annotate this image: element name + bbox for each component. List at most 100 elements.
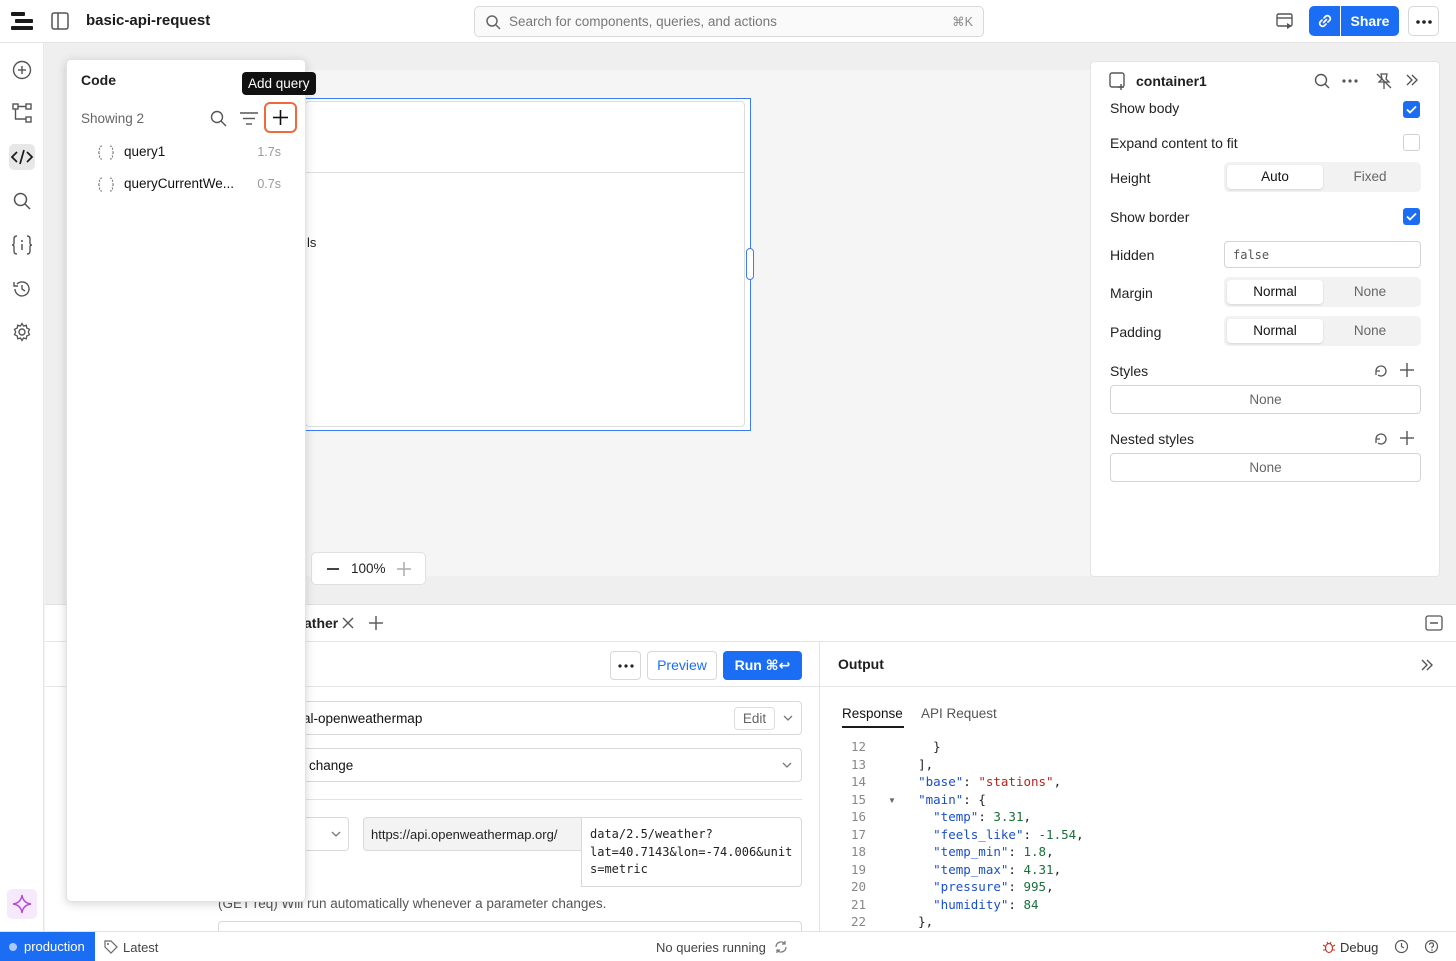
code-line: 18 "temp_min": 1.8, xyxy=(836,843,1084,861)
height-auto-option[interactable]: Auto xyxy=(1227,165,1323,189)
padding-normal-option[interactable]: Normal xyxy=(1227,319,1323,343)
code-text: ], xyxy=(888,756,934,772)
component-tree-icon[interactable] xyxy=(9,100,35,126)
environment-selector[interactable]: production xyxy=(0,932,95,961)
url-path-line: data/2.5/weather? xyxy=(590,827,713,841)
query-tab-label[interactable]: ather xyxy=(304,615,338,631)
query-more-button[interactable] xyxy=(610,651,641,680)
inspector-more-icon[interactable] xyxy=(1342,79,1358,83)
container1-component[interactable]: ls xyxy=(300,98,751,431)
run-trigger-select[interactable]: change xyxy=(290,748,802,782)
version-label[interactable]: Latest xyxy=(123,940,158,955)
settings-gear-icon[interactable] xyxy=(9,319,35,345)
reset-nested-styles-icon[interactable] xyxy=(1373,431,1389,447)
filter-icon[interactable] xyxy=(240,112,258,125)
add-component-icon[interactable] xyxy=(9,57,35,83)
add-query-button[interactable] xyxy=(264,102,297,133)
url-path-input[interactable]: data/2.5/weather? lat=40.7143&lon=-74.00… xyxy=(581,817,802,887)
app-menu-icon[interactable] xyxy=(11,11,33,31)
height-fixed-option[interactable]: Fixed xyxy=(1322,165,1418,189)
new-tab-icon[interactable] xyxy=(368,615,384,631)
code-line: 20 "pressure": 995, xyxy=(836,878,1084,896)
chevron-down-icon xyxy=(331,831,341,838)
margin-normal-option[interactable]: Normal xyxy=(1227,280,1323,304)
close-tab-icon[interactable] xyxy=(342,617,354,629)
zoom-level: 100% xyxy=(351,561,386,576)
add-query-tooltip: Add query xyxy=(242,72,316,95)
link-icon xyxy=(1318,14,1332,28)
hidden-input[interactable]: false xyxy=(1224,241,1421,268)
add-nested-style-icon[interactable] xyxy=(1399,430,1415,446)
show-body-checkbox[interactable] xyxy=(1403,101,1420,118)
unpin-icon[interactable] xyxy=(1375,72,1393,90)
collapse-panel-icon[interactable] xyxy=(1405,74,1419,86)
resize-handle[interactable] xyxy=(746,248,754,280)
inspector-search-icon[interactable] xyxy=(1314,73,1330,89)
reset-styles-icon[interactable] xyxy=(1373,363,1389,379)
status-bar: production Latest No queries running Deb… xyxy=(0,931,1456,961)
query-list-item[interactable]: query1 1.7s xyxy=(97,140,287,166)
code-line: 15 "main": { xyxy=(836,791,1084,809)
margin-label: Margin xyxy=(1110,285,1153,301)
padding-none-option[interactable]: None xyxy=(1322,319,1418,343)
code-icon[interactable] xyxy=(9,144,35,170)
code-text: "temp": 3.31, xyxy=(933,809,1032,824)
query-name: query1 xyxy=(124,144,166,159)
nested-styles-field[interactable]: None xyxy=(1110,453,1421,482)
fold-caret-icon[interactable]: ▼ xyxy=(888,796,896,805)
copy-link-button[interactable] xyxy=(1309,6,1340,36)
preview-button[interactable]: Preview xyxy=(647,651,717,680)
search-placeholder: Search for components, queries, and acti… xyxy=(509,14,777,29)
zoom-out-icon[interactable] xyxy=(327,568,339,570)
add-style-icon[interactable] xyxy=(1399,362,1415,378)
zoom-in-icon[interactable] xyxy=(397,562,411,576)
resource-select[interactable]: al-openweathermap Edit xyxy=(290,701,802,735)
ai-assistant-button[interactable] xyxy=(7,889,37,919)
preview-app-icon[interactable] xyxy=(1276,12,1294,30)
share-button[interactable]: Share xyxy=(1341,6,1399,36)
component-name[interactable]: container1 xyxy=(1136,73,1207,89)
margin-none-option[interactable]: None xyxy=(1322,280,1418,304)
query-name: queryCurrentWe... xyxy=(124,176,235,191)
refresh-icon[interactable] xyxy=(774,940,788,954)
expand-output-icon[interactable] xyxy=(1420,659,1434,671)
nested-styles-label: Nested styles xyxy=(1110,431,1195,447)
search-queries-icon[interactable] xyxy=(210,110,227,127)
state-icon[interactable] xyxy=(9,232,35,258)
line-number: 15 xyxy=(850,791,866,807)
padding-segmented-control: Normal None xyxy=(1224,316,1421,346)
history-status-icon[interactable] xyxy=(1394,939,1409,954)
styles-field[interactable]: None xyxy=(1110,385,1421,414)
code-panel-title: Code xyxy=(81,72,116,88)
debug-button[interactable]: Debug xyxy=(1340,940,1378,955)
line-number: 22 xyxy=(850,914,866,929)
tab-response[interactable]: Response xyxy=(842,706,903,721)
help-icon[interactable] xyxy=(1424,939,1439,954)
queries-status: No queries running xyxy=(656,940,766,955)
container-body xyxy=(305,101,745,427)
output-panel: Output Response API Request 12 } 13 ], 14 … xyxy=(819,642,1456,932)
app-title[interactable]: basic-api-request xyxy=(86,12,210,29)
edit-resource-button[interactable]: Edit xyxy=(734,707,775,730)
expand-content-checkbox[interactable] xyxy=(1403,134,1420,151)
tag-icon xyxy=(104,940,118,954)
line-number: 18 xyxy=(850,844,866,859)
env-dot-icon xyxy=(9,943,17,951)
margin-segmented-control: Normal None xyxy=(1224,277,1421,307)
tab-api-request[interactable]: API Request xyxy=(921,706,997,721)
search-input[interactable]: Search for components, queries, and acti… xyxy=(474,6,984,37)
query-list-item[interactable]: queryCurrentWe... 0.7s xyxy=(97,172,287,198)
run-button[interactable]: Run ⌘↩ xyxy=(723,651,802,680)
show-border-checkbox[interactable] xyxy=(1403,208,1420,225)
sidebar-toggle-icon[interactable] xyxy=(51,12,69,30)
container-divider xyxy=(305,172,745,173)
line-number: 20 xyxy=(850,879,866,894)
minimize-panel-icon[interactable] xyxy=(1425,615,1443,631)
code-text: } xyxy=(888,739,941,754)
search-rail-icon[interactable] xyxy=(9,188,35,214)
history-icon[interactable] xyxy=(9,276,35,302)
more-options-button[interactable] xyxy=(1408,6,1439,36)
section-divider xyxy=(290,799,802,800)
line-number: 16 xyxy=(850,809,866,824)
line-number: 17 xyxy=(850,826,866,842)
